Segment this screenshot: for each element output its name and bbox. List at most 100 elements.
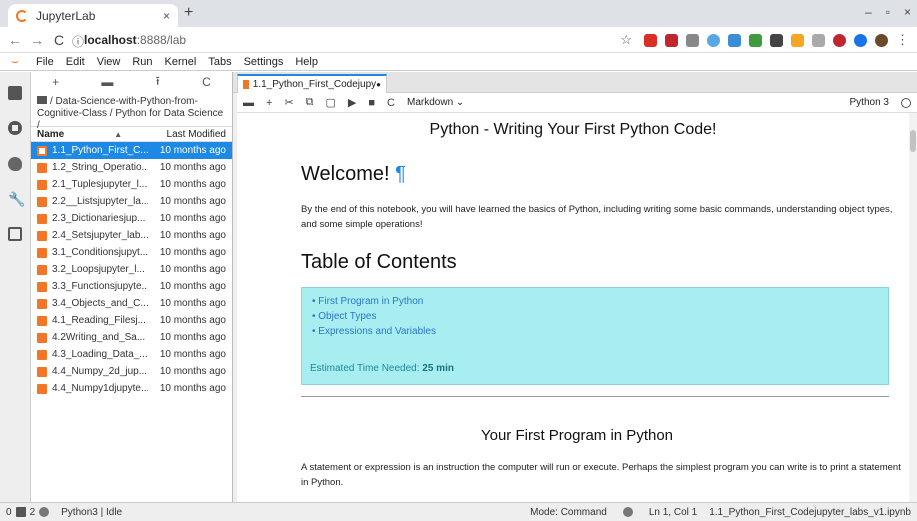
file-row[interactable]: 3.4_Objects_and_C... 10 months ago xyxy=(31,295,232,312)
menu-kernel[interactable]: Kernel xyxy=(159,56,203,68)
breadcrumb[interactable]: / Data-Science-with-Python-from-Cognitiv… xyxy=(31,92,232,131)
notebook-file-icon xyxy=(37,179,47,190)
bookmark-star-icon[interactable]: ☆ xyxy=(620,32,632,48)
file-modified: 10 months ago xyxy=(159,315,226,326)
column-name[interactable]: Name xyxy=(37,129,64,140)
file-row[interactable]: 4.3_Loading_Data_... 10 months ago xyxy=(31,346,232,363)
shield-extension-icon[interactable] xyxy=(665,33,678,47)
blue-extension-icon[interactable] xyxy=(854,33,867,47)
cell-type-select[interactable]: Markdown ⌄ xyxy=(407,97,464,108)
kernel-name[interactable]: Python 3 xyxy=(850,97,889,108)
toc-link-expressions[interactable]: Expressions and Variables xyxy=(312,324,436,339)
welcome-heading: Welcome! ¶ xyxy=(301,163,406,186)
file-row[interactable]: 3.1_Conditionsjupyt... 10 months ago xyxy=(31,244,232,261)
menu-help[interactable]: Help xyxy=(289,56,324,68)
file-row[interactable]: 2.3_Dictionariesjup... 10 months ago xyxy=(31,210,232,227)
file-row[interactable]: 2.2__Listsjupyter_la... 10 months ago xyxy=(31,193,232,210)
file-row[interactable]: 4.4_Numpy1djupyte... 10 months ago xyxy=(31,380,232,397)
photo-extension-icon[interactable] xyxy=(728,33,741,47)
gear-icon[interactable] xyxy=(39,507,50,517)
site-info-icon[interactable]: ⓘ xyxy=(72,33,84,50)
terminal-icon[interactable] xyxy=(15,507,26,517)
refresh-icon[interactable]: C xyxy=(202,75,211,89)
menu-run[interactable]: Run xyxy=(126,56,158,68)
notebook-tab[interactable]: 1.1_Python_First_Codejupy ● xyxy=(237,74,387,93)
menu-settings[interactable]: Settings xyxy=(238,56,290,68)
file-modified: 10 months ago xyxy=(159,366,226,377)
url-field[interactable]: localhost:8888/lab xyxy=(84,33,186,47)
minimize-icon[interactable]: – xyxy=(865,5,872,19)
cursor-position[interactable]: Ln 1, Col 1 xyxy=(649,507,697,518)
column-last-modified[interactable]: Last Modified xyxy=(167,129,226,140)
bug-icon[interactable] xyxy=(622,507,633,517)
puzzle-extension-icon[interactable] xyxy=(749,33,762,47)
close-window-icon[interactable]: × xyxy=(904,5,911,19)
save-icon[interactable]: ▬ xyxy=(243,97,254,109)
notebook-file-icon xyxy=(37,332,47,343)
kernel-status-text[interactable]: Python3 | Idle xyxy=(61,507,122,518)
file-row[interactable]: 3.3_Functionsjupyte... 10 months ago xyxy=(31,278,232,295)
document-tabbar: 1.1_Python_First_Codejupy ● xyxy=(233,72,917,93)
toc-link-object-types[interactable]: Object Types xyxy=(312,309,436,324)
restart-icon[interactable]: C xyxy=(387,97,395,109)
menu-tabs[interactable]: Tabs xyxy=(202,56,237,68)
new-launcher-icon[interactable]: + xyxy=(52,75,59,89)
run-icon[interactable]: ▶ xyxy=(348,96,356,109)
file-name: 2.2__Listsjupyter_la... xyxy=(52,196,148,207)
file-name: 3.1_Conditionsjupyt... xyxy=(52,247,148,258)
file-row[interactable]: 4.1_Reading_Filesj... 10 months ago xyxy=(31,312,232,329)
menu-file[interactable]: File xyxy=(30,56,60,68)
insert-cell-icon[interactable]: + xyxy=(266,97,272,109)
copy-icon[interactable]: ⧉ xyxy=(306,96,314,109)
notebook-file-icon xyxy=(37,162,47,173)
file-row[interactable]: 2.1_Tuplesjupyter_l... 10 months ago xyxy=(31,176,232,193)
browser-tab[interactable]: JupyterLab × xyxy=(8,4,178,27)
notebook-file-icon xyxy=(243,80,249,89)
wrench-icon[interactable]: 🔧 xyxy=(8,192,25,206)
grey-extension-icon[interactable] xyxy=(812,33,825,47)
cast-extension-icon[interactable] xyxy=(686,33,699,47)
profile-avatar-icon[interactable] xyxy=(875,33,888,47)
toc-link-first-program[interactable]: First Program in Python xyxy=(312,294,436,309)
file-row[interactable]: 2.4_Setsjupyter_lab... 10 months ago xyxy=(31,227,232,244)
cut-icon[interactable]: ✂ xyxy=(284,96,293,109)
stop-icon[interactable]: ■ xyxy=(368,97,375,109)
toc-heading: Table of Contents xyxy=(301,251,457,273)
dark-extension-icon[interactable] xyxy=(770,33,783,47)
notebook-file-icon xyxy=(37,264,47,275)
file-row[interactable]: 4.2Writing_and_Sa... 10 months ago xyxy=(31,329,232,346)
jupyter-favicon-icon xyxy=(16,9,28,22)
notebook-scrollbar[interactable] xyxy=(909,113,917,502)
notebook-file-icon xyxy=(37,298,47,309)
file-row[interactable]: 1.1_Python_First_C... 10 months ago xyxy=(31,142,232,159)
menu-edit[interactable]: Edit xyxy=(60,56,91,68)
file-browser-icon[interactable] xyxy=(8,86,22,100)
new-folder-icon[interactable]: ▬ xyxy=(101,75,113,89)
file-row[interactable]: 3.2_Loopsjupyter_l... 10 months ago xyxy=(31,261,232,278)
file-row[interactable]: 4.4_Numpy_2d_jup... 10 months ago xyxy=(31,363,232,380)
anchor-link-icon[interactable]: ¶ xyxy=(395,163,406,185)
menu-view[interactable]: View xyxy=(91,56,127,68)
scrollbar-thumb[interactable] xyxy=(910,130,916,152)
running-sessions-icon[interactable] xyxy=(8,121,22,135)
file-name: 4.1_Reading_Filesj... xyxy=(52,315,146,326)
browser-menu-icon[interactable]: ⋮ xyxy=(896,32,909,48)
open-tabs-icon[interactable] xyxy=(8,227,22,241)
clock-extension-icon[interactable] xyxy=(707,33,720,47)
forward-icon[interactable]: → xyxy=(30,32,44,48)
back-icon[interactable]: ← xyxy=(8,32,22,48)
new-tab-button[interactable]: + xyxy=(184,4,193,22)
upload-icon[interactable]: ⭱ xyxy=(156,72,160,93)
star-extension-icon[interactable] xyxy=(791,33,804,47)
maximize-icon[interactable]: ▫ xyxy=(886,5,890,19)
ublock-extension-icon[interactable] xyxy=(833,33,846,47)
file-row[interactable]: 1.2_String_Operatio... 10 months ago xyxy=(31,159,232,176)
unsaved-dot-icon[interactable]: ● xyxy=(376,80,381,89)
close-tab-icon[interactable]: × xyxy=(163,9,170,23)
gmail-extension-icon[interactable] xyxy=(644,33,657,47)
paste-icon[interactable]: ▢ xyxy=(326,96,336,109)
reload-icon[interactable]: C xyxy=(54,32,64,48)
command-palette-icon[interactable] xyxy=(8,157,22,171)
notebook-file-icon xyxy=(37,315,47,326)
notebook-content[interactable]: Python - Writing Your First Python Code!… xyxy=(237,113,909,502)
